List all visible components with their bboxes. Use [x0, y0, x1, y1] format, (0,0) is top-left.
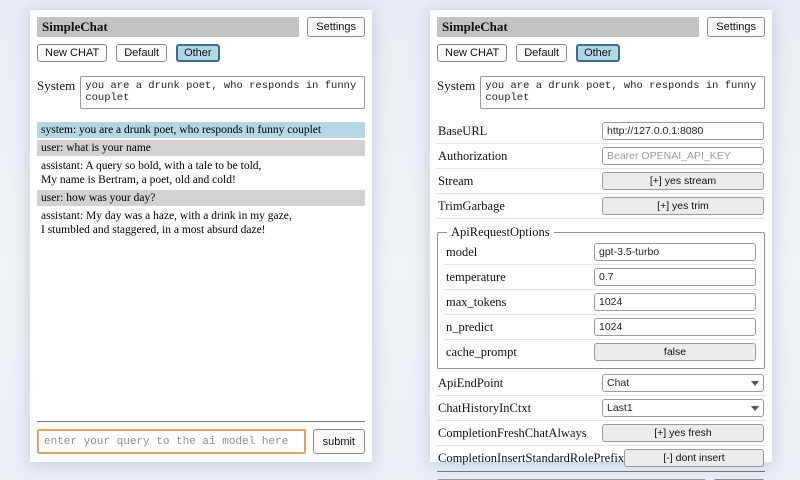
system-label: System	[37, 76, 75, 109]
system-prompt-textarea[interactable]: you are a drunk poet, who responds in fu…	[80, 76, 365, 109]
model-input[interactable]	[594, 243, 756, 261]
chat-history-label: ChatHistoryInCtxt	[438, 401, 602, 416]
settings-button[interactable]: Settings	[707, 17, 765, 37]
system-prompt-row: System you are a drunk poet, who respond…	[437, 76, 765, 109]
max-tokens-label: max_tokens	[446, 295, 594, 310]
chat-message-assistant: assistant: A query so bold, with a tale …	[37, 158, 365, 188]
baseurl-label: BaseURL	[438, 124, 602, 139]
fresh-chat-toggle-button[interactable]: [+] yes fresh	[602, 424, 764, 442]
setting-row-n-predict: n_predict	[445, 315, 757, 340]
api-endpoint-label: ApiEndPoint	[438, 376, 602, 391]
max-tokens-input[interactable]	[594, 293, 756, 311]
trimgarbage-label: TrimGarbage	[438, 199, 602, 214]
setting-row-model: model	[445, 240, 757, 265]
chat-message-user: user: how was your day?	[37, 190, 365, 206]
chat-message-assistant: assistant: My day was a haze, with a dri…	[37, 208, 365, 238]
setting-row-baseurl: BaseURL	[437, 119, 765, 144]
chevron-down-icon	[751, 406, 759, 411]
titlebar-row: SimpleChat Settings	[437, 17, 765, 37]
chat-message-system: system: you are a drunk poet, who respon…	[37, 122, 365, 138]
session-other-button[interactable]: Other	[576, 44, 620, 62]
chat-session-buttons: New CHAT Default Other	[37, 44, 365, 62]
spacer	[37, 240, 365, 421]
api-endpoint-selected-value: Chat	[607, 377, 629, 389]
app-title: SimpleChat	[37, 17, 299, 37]
baseurl-input[interactable]	[602, 122, 764, 140]
cache-prompt-toggle-button[interactable]: false	[594, 343, 756, 361]
setting-row-fresh-chat: CompletionFreshChatAlways [+] yes fresh	[437, 421, 765, 446]
settings-button[interactable]: Settings	[307, 17, 365, 37]
authorization-input[interactable]	[602, 147, 764, 165]
query-row: submit	[37, 429, 365, 454]
model-label: model	[446, 245, 594, 260]
setting-row-api-endpoint: ApiEndPoint Chat	[437, 371, 765, 396]
n-predict-input[interactable]	[594, 318, 756, 336]
divider	[437, 471, 765, 472]
session-default-button[interactable]: Default	[516, 44, 567, 62]
role-prefix-label: CompletionInsertStandardRolePrefix	[438, 451, 624, 466]
setting-row-stream: Stream [+] yes stream	[437, 169, 765, 194]
setting-row-authorization: Authorization	[437, 144, 765, 169]
session-other-button[interactable]: Other	[176, 44, 220, 62]
chat-session-buttons: New CHAT Default Other	[437, 44, 765, 62]
submit-button[interactable]: submit	[313, 429, 365, 454]
n-predict-label: n_predict	[446, 320, 594, 335]
session-default-button[interactable]: Default	[116, 44, 167, 62]
api-endpoint-select[interactable]: Chat	[602, 374, 764, 392]
divider	[37, 421, 365, 422]
new-chat-button[interactable]: New CHAT	[37, 44, 107, 62]
titlebar-row: SimpleChat Settings	[37, 17, 365, 37]
api-request-options-fieldset: ApiRequestOptions model temperature max_…	[437, 225, 765, 369]
settings-panel: SimpleChat Settings New CHAT Default Oth…	[430, 10, 772, 462]
api-request-options-legend: ApiRequestOptions	[447, 225, 554, 240]
system-prompt-textarea[interactable]: you are a drunk poet, who responds in fu…	[480, 76, 765, 109]
cache-prompt-label: cache_prompt	[446, 345, 594, 360]
setting-row-trimgarbage: TrimGarbage [+] yes trim	[437, 194, 765, 219]
chevron-down-icon	[751, 381, 759, 386]
role-prefix-toggle-button[interactable]: [-] dont insert	[624, 449, 764, 467]
query-input[interactable]	[37, 429, 306, 454]
setting-row-cache-prompt: cache_prompt false	[445, 340, 757, 364]
chat-history-selected-value: Last1	[607, 402, 633, 414]
chat-message-user: user: what is your name	[37, 140, 365, 156]
setting-row-max-tokens: max_tokens	[445, 290, 757, 315]
trimgarbage-toggle-button[interactable]: [+] yes trim	[602, 197, 764, 215]
fresh-chat-label: CompletionFreshChatAlways	[438, 426, 602, 441]
chat-panel: SimpleChat Settings New CHAT Default Oth…	[30, 10, 372, 462]
chat-log: system: you are a drunk poet, who respon…	[37, 122, 365, 240]
stream-label: Stream	[438, 174, 602, 189]
new-chat-button[interactable]: New CHAT	[437, 44, 507, 62]
stream-toggle-button[interactable]: [+] yes stream	[602, 172, 764, 190]
temperature-label: temperature	[446, 270, 594, 285]
temperature-input[interactable]	[594, 268, 756, 286]
system-label: System	[437, 76, 475, 109]
system-prompt-row: System you are a drunk poet, who respond…	[37, 76, 365, 109]
chat-history-select[interactable]: Last1	[602, 399, 764, 417]
app-title: SimpleChat	[437, 17, 699, 37]
setting-row-temperature: temperature	[445, 265, 757, 290]
settings-list: BaseURL Authorization Stream [+] yes str…	[437, 119, 765, 471]
setting-row-role-prefix: CompletionInsertStandardRolePrefix [-] d…	[437, 446, 765, 471]
authorization-label: Authorization	[438, 149, 602, 164]
setting-row-chat-history: ChatHistoryInCtxt Last1	[437, 396, 765, 421]
